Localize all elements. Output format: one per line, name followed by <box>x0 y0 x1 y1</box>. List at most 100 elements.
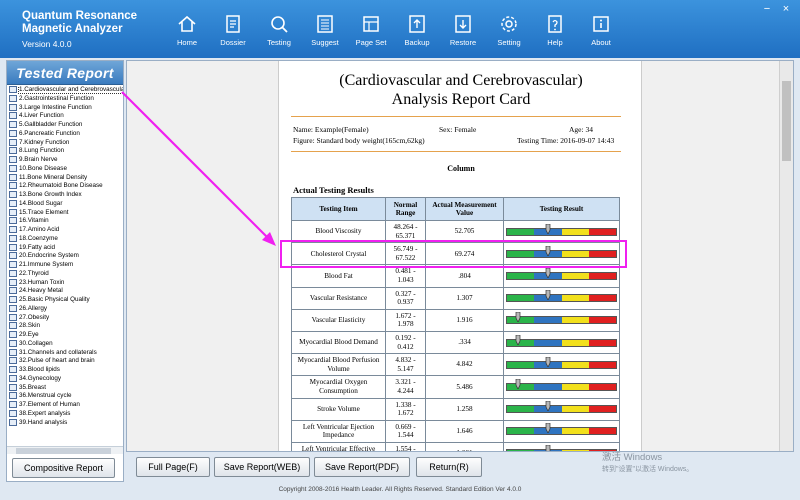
list-item-label: 18.Coenzyme <box>19 234 58 242</box>
scrollbar-thumb[interactable] <box>16 448 111 454</box>
report-doc-icon <box>9 261 17 268</box>
list-item[interactable]: 18.Coenzyme <box>7 234 123 244</box>
bar-segment <box>588 272 616 279</box>
cell-value: 4.842 <box>425 353 504 377</box>
toolbar-home-button[interactable]: Home <box>163 14 211 52</box>
list-item[interactable]: 14.Blood Sugar <box>7 199 123 209</box>
list-item-label: 13.Bone Growth Index <box>19 191 82 199</box>
dossier-icon <box>226 15 240 33</box>
list-item[interactable]: 21.Immune System <box>7 261 123 270</box>
list-item[interactable]: 6.Pancreatic Function <box>7 129 123 139</box>
toolbar-about-button[interactable]: About <box>577 14 625 52</box>
full-page-button[interactable]: Full Page(F) <box>136 457 210 477</box>
list-item[interactable]: 30.Collagen <box>7 339 123 349</box>
list-item[interactable]: 15.Trace Element <box>7 208 123 218</box>
compositive-report-button[interactable]: Compositive Report <box>12 458 115 478</box>
toolbar-testing-button[interactable]: Testing <box>255 14 303 52</box>
toolbar-suggest-button[interactable]: Suggest <box>301 14 349 52</box>
toolbar-page-set-button[interactable]: Page Set <box>347 14 395 52</box>
bar-segment <box>561 361 589 368</box>
report-doc-icon <box>9 112 17 120</box>
list-item[interactable]: 37.Element of Human <box>7 401 123 410</box>
app-title-line2: Magnetic Analyzer <box>22 23 123 35</box>
cell-range: 1.338 - 1.672 <box>385 397 426 421</box>
toolbar-setting-button[interactable]: Setting <box>485 14 533 52</box>
report-doc-icon <box>9 156 17 163</box>
level-marker-icon <box>546 223 551 234</box>
report-doc-icon <box>9 226 17 233</box>
list-item[interactable]: 5.Gallbladder Function <box>7 121 123 130</box>
list-item[interactable]: 36.Menstrual cycle <box>7 392 123 401</box>
cell-result <box>503 308 620 332</box>
list-item[interactable]: 24.Heavy Metal <box>7 287 123 296</box>
list-item[interactable]: 25.Basic Physical Quality <box>7 296 123 305</box>
save-report-pdf-button[interactable]: Save Report(PDF) <box>314 457 410 477</box>
vertical-scrollbar[interactable] <box>779 61 793 451</box>
list-item[interactable]: 35.Breast <box>7 383 123 393</box>
minimize-button[interactable]: − <box>759 3 775 15</box>
cell-item: Vascular Resistance <box>291 286 386 310</box>
report-doc-icon <box>9 304 17 312</box>
list-item[interactable]: 8.Lung Function <box>7 147 123 156</box>
list-item-label: 4.Liver Function <box>19 112 64 120</box>
about-icon <box>593 16 609 32</box>
scrollbar-thumb[interactable] <box>782 81 791 161</box>
list-item[interactable]: 33.Blood lipids <box>7 366 123 375</box>
toolbar-restore-button[interactable]: Restore <box>439 14 487 52</box>
list-item[interactable]: 4.Liver Function <box>7 112 123 121</box>
backup-icon <box>409 15 425 33</box>
list-item[interactable]: 32.Pulse of heart and brain <box>7 357 123 366</box>
list-item-label: 27.Obesity <box>19 313 50 321</box>
report-doc-icon <box>9 287 17 295</box>
list-item[interactable]: 3.Large Intestine Function <box>7 103 123 113</box>
table-row: Myocardial Blood Demand 0.192 - 0.412.334 <box>291 330 620 355</box>
return-button[interactable]: Return(R) <box>416 457 482 477</box>
table-row: Vascular Resistance 0.327 - 0.937 1.307 <box>291 286 620 310</box>
toolbar-backup-button[interactable]: Backup <box>393 14 441 52</box>
copyright-footer: Copyright 2008-2016 Health Leader. All R… <box>278 486 522 493</box>
report-doc-icon <box>9 103 17 111</box>
cell-item: Left Ventricular Ejection Impedance <box>291 419 386 443</box>
list-item[interactable]: 28.Skin <box>7 322 123 331</box>
toolbar-help-button[interactable]: Help <box>531 14 579 52</box>
list-item[interactable]: 20.Endocrine System <box>7 252 123 261</box>
list-item[interactable]: 16.Vitamin <box>7 217 123 226</box>
list-item[interactable]: 26.Allergy <box>7 304 123 314</box>
close-button[interactable]: × <box>778 3 794 15</box>
list-item-label: 12.Rheumatoid Bone Disease <box>19 182 103 190</box>
list-item[interactable]: 2.Gastrointestinal Function <box>7 94 123 104</box>
table-row: Myocardial Blood Perfusion Volume 4.832 -… <box>291 353 620 377</box>
list-item[interactable]: 23.Human Toxin <box>7 278 123 288</box>
bar-segment <box>561 383 589 390</box>
list-item[interactable]: 39.Hand analysis <box>7 418 123 428</box>
toolbar-dossier-button[interactable]: Dossier <box>209 14 257 52</box>
list-item[interactable]: 34.Gynecology <box>7 374 123 384</box>
list-item[interactable]: 10.Bone Disease <box>7 164 123 174</box>
list-item[interactable]: 12.Rheumatoid Bone Disease <box>7 182 123 191</box>
divider <box>291 151 621 152</box>
cell-result <box>503 264 620 288</box>
list-item[interactable]: 38.Expert analysis <box>7 409 123 419</box>
list-item[interactable]: 1.Cardiovascular and Cerebrovascular <box>7 86 123 95</box>
list-item[interactable]: 7.Kidney Function <box>7 138 123 148</box>
toolbar-label: Testing <box>267 38 291 47</box>
bar-segment <box>507 361 535 368</box>
horizontal-scrollbar[interactable] <box>7 446 123 454</box>
list-item[interactable]: 11.Bone Mineral Density <box>7 173 123 183</box>
list-item[interactable]: 27.Obesity <box>7 313 123 323</box>
list-item-label: 14.Blood Sugar <box>19 199 63 207</box>
report-list: 1.Cardiovascular and Cerebrovascular 2.Ga… <box>7 86 123 446</box>
save-report-web-button[interactable]: Save Report(WEB) <box>214 457 310 477</box>
cell-range: 0.192 - 0.412 <box>385 330 426 355</box>
list-item[interactable]: 22.Thyroid <box>7 269 123 279</box>
list-item[interactable]: 19.Fatty acid <box>7 243 123 253</box>
list-item[interactable]: 17.Amino Acid <box>7 226 123 235</box>
report-doc-icon <box>9 164 17 172</box>
restore-icon <box>455 15 471 33</box>
list-item[interactable]: 9.Brain Nerve <box>7 156 123 165</box>
list-item[interactable]: 31.Channels and collaterals <box>7 348 123 358</box>
list-item[interactable]: 29.Eye <box>7 331 123 340</box>
list-item[interactable]: 13.Bone Growth Index <box>7 191 123 200</box>
patient-sex: Sex: Female <box>439 125 477 134</box>
bar-segment <box>561 272 589 279</box>
